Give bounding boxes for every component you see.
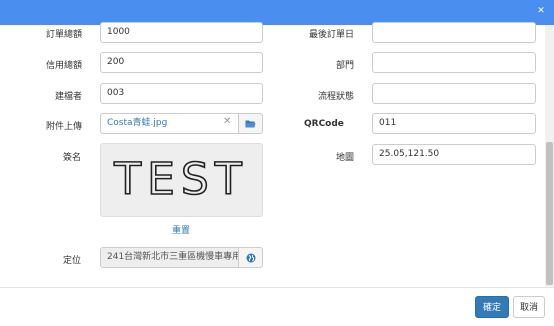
workflow-status-label: 流程狀態 [318,92,355,102]
signature-reset-link[interactable]: 重置 [172,223,190,236]
folder-open-icon [245,120,256,128]
signature-label: 簽名 [63,153,82,163]
last-order-date-label: 最後訂單日 [309,30,355,40]
order-total-label: 訂單總額 [46,30,83,40]
department-input[interactable] [372,52,536,73]
clear-icon[interactable]: ✕ [223,117,231,127]
attachment-label: 附件上傳 [46,122,83,132]
location-input: 241台灣新北市三重區機慢車專用 [100,247,239,268]
modal-footer [0,287,554,326]
credit-total-input[interactable]: 200 [100,52,263,73]
creator-input[interactable]: 003 [100,83,263,104]
globe-icon [246,253,255,262]
locate-button[interactable] [238,247,263,268]
signature-pad[interactable]: TEST [100,143,263,217]
attachment-file-name[interactable]: Costa青蛙.jpg [107,118,167,128]
cancel-button[interactable]: 取消 [513,296,545,318]
map-input[interactable]: 25.05,121.50 [372,144,536,165]
attachment-file-field[interactable]: Costa青蛙.jpg [100,113,239,134]
vertical-scrollbar[interactable] [545,25,554,287]
file-browse-button[interactable] [238,113,263,134]
confirm-button[interactable]: 確定 [475,296,509,318]
signature-drawing: TEST [112,153,247,206]
scrollbar-thumb[interactable] [546,142,553,285]
department-label: 部門 [336,61,355,71]
credit-total-label: 信用總額 [46,61,83,71]
signature-text: TEST [113,154,247,205]
map-label: 地圖 [336,153,355,163]
workflow-status-input[interactable] [372,83,536,104]
last-order-date-input[interactable] [372,22,536,43]
qrcode-label: QRCode [304,119,344,129]
creator-label: 建檔者 [55,92,83,102]
order-total-input[interactable]: 1000 [100,22,263,43]
close-icon[interactable]: ✕ [536,6,546,16]
qrcode-input[interactable]: 011 [372,113,536,134]
location-label: 定位 [63,256,82,266]
